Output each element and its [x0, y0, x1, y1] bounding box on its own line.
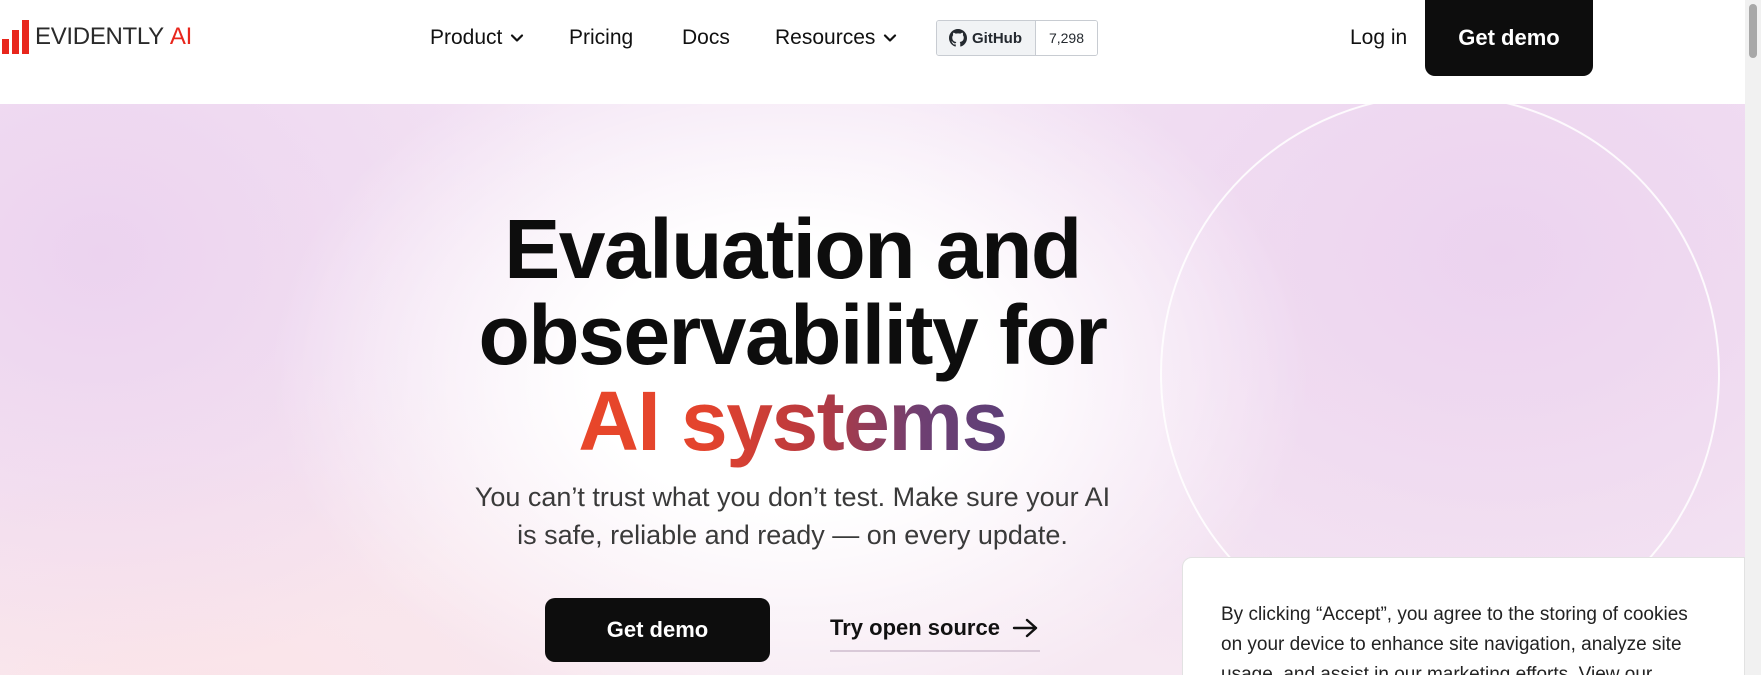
nav-item-label: Resources: [775, 26, 876, 49]
hero-title-line1: Evaluation and: [504, 202, 1082, 296]
hero-title-line2: observability for: [478, 288, 1108, 382]
brand-logo[interactable]: EVIDENTLY AI: [2, 20, 192, 54]
logo-bars-icon: [2, 20, 29, 54]
hero-subtitle-line2: is safe, reliable and ready — on every u…: [517, 520, 1068, 550]
scrollbar-thumb[interactable]: [1749, 4, 1757, 58]
cookie-banner: By clicking “Accept”, you agree to the s…: [1182, 557, 1745, 675]
github-star-count: 7,298: [1036, 21, 1097, 55]
hero-title-line3: AI systems: [578, 374, 1008, 468]
brand-suffix: AI: [169, 23, 192, 50]
github-label: GitHub: [972, 29, 1022, 47]
nav-item-pricing[interactable]: Pricing: [569, 22, 633, 54]
chevron-down-icon: [884, 34, 897, 42]
hero-subtitle-line1: You can’t trust what you don’t test. Mak…: [474, 482, 1111, 512]
brand-name: EVIDENTLY: [35, 23, 164, 50]
get-demo-hero-button[interactable]: Get demo: [545, 598, 770, 662]
github-stars-button[interactable]: GitHub 7,298: [936, 20, 1098, 56]
try-open-source-link[interactable]: Try open source: [830, 608, 1040, 648]
chevron-down-icon: [511, 34, 524, 42]
nav-item-label: Pricing: [569, 26, 634, 49]
try-open-source-label: Try open source: [830, 615, 1000, 640]
nav-item-product[interactable]: Product: [430, 22, 524, 54]
cookie-text-line2: on your device to enhance site navigatio…: [1221, 634, 1682, 655]
cookie-text-line1: By clicking “Accept”, you agree to the s…: [1221, 604, 1688, 625]
top-navbar: EVIDENTLY AI Product Pricing Docs Resourc…: [0, 0, 1745, 104]
get-demo-nav-button[interactable]: Get demo: [1425, 0, 1593, 76]
github-icon: [949, 29, 967, 47]
nav-item-resources[interactable]: Resources: [775, 22, 897, 54]
link-underline: [830, 650, 1040, 652]
cookie-text-line3: usage, and assist in our marketing effor…: [1221, 664, 1653, 675]
nav-item-label: Docs: [682, 26, 730, 49]
arrow-right-icon: [1012, 618, 1038, 638]
nav-item-docs[interactable]: Docs: [682, 22, 730, 54]
login-link[interactable]: Log in: [1350, 22, 1407, 54]
page-scrollbar[interactable]: [1745, 0, 1761, 675]
nav-item-label: Product: [430, 26, 503, 49]
